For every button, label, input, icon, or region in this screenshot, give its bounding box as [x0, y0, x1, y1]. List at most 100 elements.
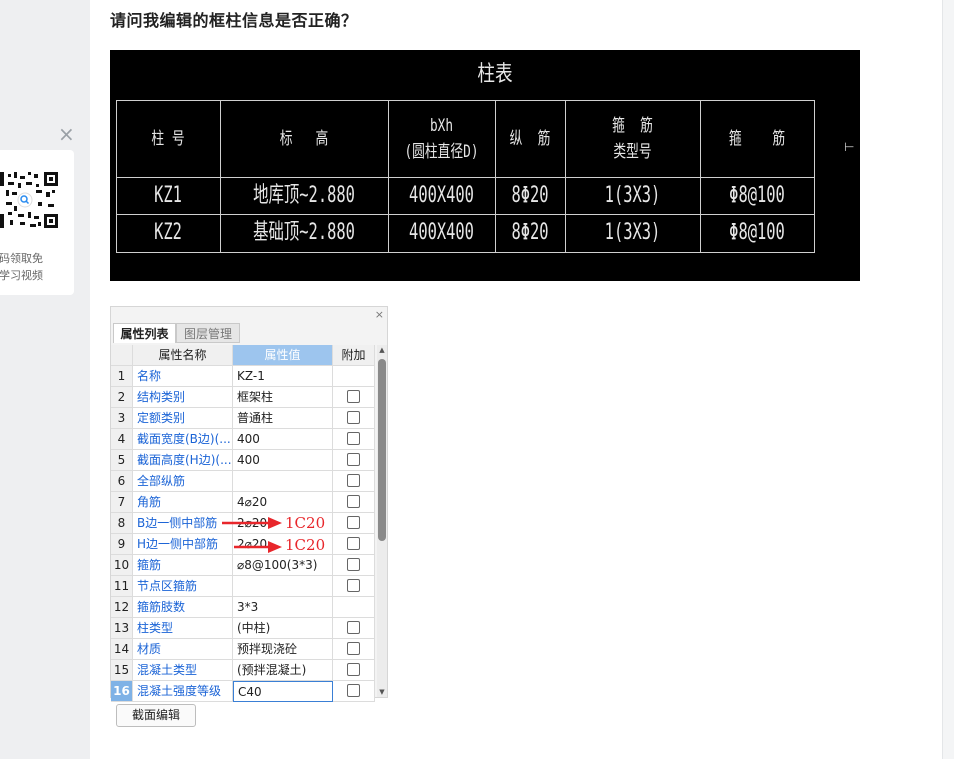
property-value[interactable]: 4⌀20 [233, 492, 333, 513]
property-value[interactable]: (中柱) [233, 618, 333, 639]
extra-checkbox[interactable] [347, 579, 360, 592]
extra-checkbox[interactable] [347, 516, 360, 529]
property-value[interactable]: ⌀8@100(3*3) [233, 555, 333, 576]
row-number: 13 [111, 618, 133, 639]
row-number: 12 [111, 597, 133, 618]
scroll-thumb[interactable] [378, 359, 386, 541]
property-name: 混凝土类型 [133, 660, 233, 681]
property-value[interactable]: 400 [233, 450, 333, 471]
row-number-header [111, 345, 133, 366]
row-number: 3 [111, 408, 133, 429]
row-number: 8 [111, 513, 133, 534]
property-value[interactable]: 预拌现浇砼 [233, 639, 333, 660]
question-title: 请问我编辑的框柱信息是否正确？ [110, 11, 358, 30]
property-row[interactable]: 13 柱类型 (中柱) [111, 618, 375, 639]
property-row[interactable]: 10 箍筋 ⌀8@100(3*3) [111, 555, 375, 576]
cad-data-cell: 400X400 [409, 220, 474, 245]
column-header-name: 属性名称 [133, 345, 233, 366]
property-panel: × 属性列表 图层管理 属性名称 属性值 附加 1 名称 KZ-1 2 结构类别 框架柱 3… [110, 306, 388, 702]
section-edit-button[interactable]: 截面编辑 [116, 704, 196, 727]
property-row[interactable]: 11 节点区箍筋 [111, 576, 375, 597]
extra-checkbox[interactable] [347, 663, 360, 676]
extra-cell [333, 408, 375, 429]
cad-data-cell: 1(3X3) [604, 182, 661, 208]
annotation-arrow-icon [222, 517, 282, 529]
extra-checkbox[interactable] [347, 684, 360, 697]
extra-cell [333, 366, 375, 387]
property-name: H边一侧中部筋 [133, 534, 233, 555]
property-value[interactable]: 3*3 [233, 597, 333, 618]
extra-checkbox[interactable] [347, 537, 360, 550]
property-name: 结构类别 [133, 387, 233, 408]
panel-close-icon[interactable]: × [375, 309, 384, 320]
scroll-up-icon[interactable]: ▲ [377, 345, 387, 355]
property-value[interactable]: 400 [233, 429, 333, 450]
property-value[interactable]: 框架柱 [233, 387, 333, 408]
property-row[interactable]: 12 箍筋肢数 3*3 [111, 597, 375, 618]
cad-header-cell: 柱 号 [151, 128, 185, 149]
extra-cell [333, 681, 375, 702]
property-value[interactable] [233, 471, 333, 492]
property-value[interactable]: 普通柱 [233, 408, 333, 429]
property-row[interactable]: 16 混凝土强度等级 C40 [111, 681, 375, 702]
right-scroll-edge [942, 0, 954, 759]
grid-header-row: 属性名称 属性值 附加 [111, 345, 375, 366]
cad-header-cell: bXh (圆柱直径D) [404, 115, 479, 162]
cad-data-cell: 8Φ20 [511, 220, 549, 245]
row-number: 1 [111, 366, 133, 387]
extra-checkbox[interactable] [347, 390, 360, 403]
property-name: 混凝土强度等级 [133, 681, 233, 702]
row-number: 15 [111, 660, 133, 681]
cad-header-cell: 箍 筋 [728, 128, 786, 149]
row-number: 4 [111, 429, 133, 450]
property-row[interactable]: 7 角筋 4⌀20 [111, 492, 375, 513]
property-row[interactable]: 1 名称 KZ-1 [111, 366, 375, 387]
extra-checkbox[interactable] [347, 411, 360, 424]
cad-title: 柱表 [477, 62, 513, 87]
qr-promo-panel: 扫码领取免 费学习视频 [0, 150, 74, 295]
tab-layer-management[interactable]: 图层管理 [176, 323, 240, 343]
property-row[interactable]: 6 全部纵筋 [111, 471, 375, 492]
extra-checkbox[interactable] [347, 642, 360, 655]
property-value[interactable]: (预拌混凝土) [233, 660, 333, 681]
cad-header-cell: 纵 筋 [509, 128, 551, 149]
extra-checkbox[interactable] [347, 474, 360, 487]
cad-edge-mark: ⊢ [844, 140, 855, 154]
property-name: B边一侧中部筋 [133, 513, 233, 534]
annotation-label: 1C20 [285, 514, 326, 532]
property-name: 截面高度(H边)(... [133, 450, 233, 471]
property-row[interactable]: 5 截面高度(H边)(... 400 [111, 450, 375, 471]
row-number: 7 [111, 492, 133, 513]
extra-checkbox[interactable] [347, 558, 360, 571]
property-row[interactable]: 15 混凝土类型 (预拌混凝土) [111, 660, 375, 681]
property-row[interactable]: 2 结构类别 框架柱 [111, 387, 375, 408]
cad-data-cell: KZ1 [154, 182, 182, 208]
extra-checkbox[interactable] [347, 495, 360, 508]
property-row[interactable]: 4 截面宽度(B边)(... 400 [111, 429, 375, 450]
extra-checkbox[interactable] [347, 432, 360, 445]
column-header-value: 属性值 [233, 345, 333, 366]
property-value[interactable] [233, 576, 333, 597]
property-name: 节点区箍筋 [133, 576, 233, 597]
property-value[interactable]: C40 [233, 681, 333, 702]
property-name: 箍筋 [133, 555, 233, 576]
grid-scrollbar[interactable]: ▲ ▼ [377, 345, 387, 697]
scroll-down-icon[interactable]: ▼ [377, 687, 387, 697]
annotation-label: 1C20 [285, 536, 326, 554]
close-icon[interactable]: × [58, 124, 75, 144]
extra-cell [333, 576, 375, 597]
property-row[interactable]: 14 材质 预拌现浇砼 [111, 639, 375, 660]
cad-data-cell: 400X400 [409, 182, 474, 208]
cad-data-cell: 1(3X3) [604, 220, 661, 245]
property-name: 全部纵筋 [133, 471, 233, 492]
extra-cell [333, 492, 375, 513]
cad-data-cell: Φ8@100 [729, 182, 785, 208]
extra-checkbox[interactable] [347, 621, 360, 634]
extra-checkbox[interactable] [347, 453, 360, 466]
extra-cell [333, 639, 375, 660]
property-value[interactable]: KZ-1 [233, 366, 333, 387]
property-row[interactable]: 3 定额类别 普通柱 [111, 408, 375, 429]
extra-cell [333, 387, 375, 408]
row-number: 9 [111, 534, 133, 555]
tab-property-list[interactable]: 属性列表 [113, 323, 176, 343]
